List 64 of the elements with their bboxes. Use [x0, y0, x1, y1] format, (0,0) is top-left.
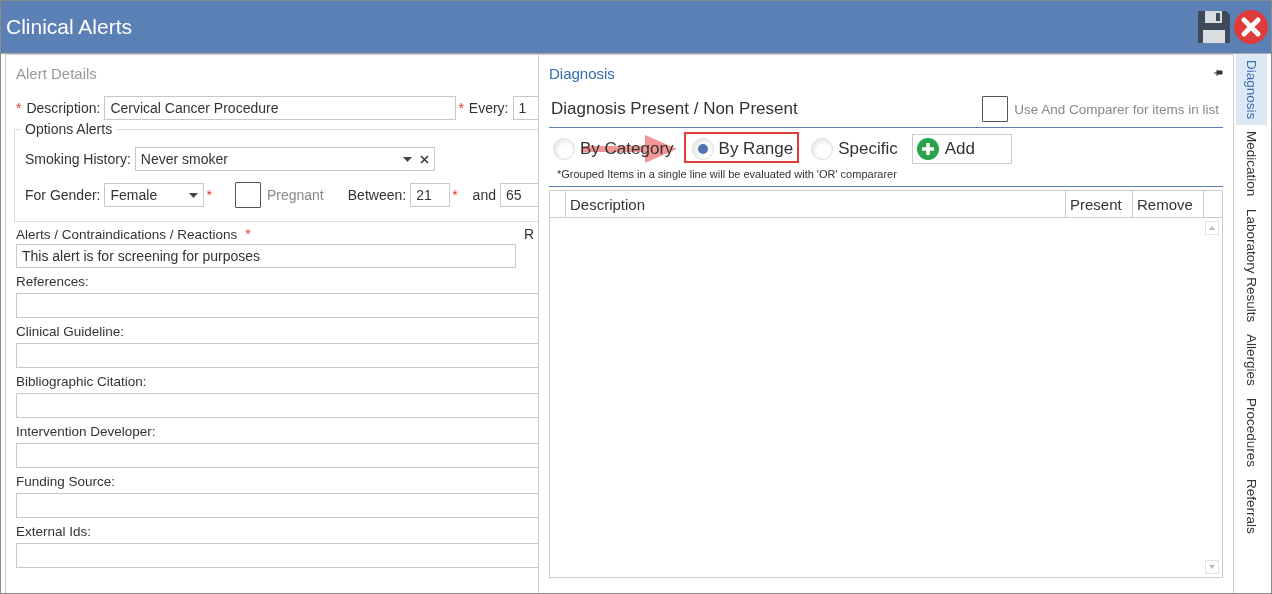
radio-option[interactable]: By Category	[549, 136, 678, 162]
age-from-field[interactable]: 21	[410, 183, 451, 207]
scroll-down-icon[interactable]	[1205, 560, 1219, 574]
field-label: Intervention Developer:	[16, 424, 157, 441]
description-field[interactable]: Cervical Cancer Procedure	[104, 96, 457, 120]
field-label: Description:	[26, 100, 101, 116]
text-field[interactable]	[16, 343, 538, 368]
column-label: R	[524, 226, 535, 242]
field-label: Funding Source:	[16, 474, 117, 491]
window-title: Clinical Alerts	[6, 15, 133, 39]
column-header: Description	[566, 191, 1066, 217]
radio-option[interactable]: By Range	[687, 136, 798, 162]
reactions-field[interactable]: This alert is for screening for purposes	[16, 244, 516, 268]
add-button[interactable]: Add	[911, 134, 1012, 164]
text-field[interactable]	[16, 493, 538, 518]
field-label: External Ids:	[16, 524, 93, 541]
field-label: Every:	[468, 100, 509, 116]
field-label: For Gender:	[25, 187, 101, 203]
field-label: Smoking History:	[25, 151, 131, 167]
scroll-up-icon[interactable]	[1205, 221, 1219, 235]
field-label: Alerts / Contraindications / Reactions	[16, 226, 238, 242]
checkbox-label: Use And Comparer for items in list	[1014, 101, 1219, 117]
plus-icon	[916, 138, 939, 160]
caret-icon	[402, 156, 412, 162]
side-tab[interactable]: Medication	[1235, 125, 1267, 203]
field-label: References:	[16, 274, 90, 291]
close-icon[interactable]	[1233, 9, 1269, 45]
every-field[interactable]: 1	[512, 96, 538, 120]
side-tab[interactable]: Allergies	[1235, 327, 1267, 392]
save-icon[interactable]	[1196, 9, 1232, 45]
text-field[interactable]	[16, 443, 538, 468]
gender-dropdown[interactable]: Female	[104, 183, 205, 207]
field-label: Clinical Guideline:	[16, 324, 126, 341]
required-mark: *	[16, 100, 22, 116]
column-header: Present	[1066, 191, 1133, 217]
section-title: Alert Details	[16, 65, 98, 84]
section-heading: Diagnosis Present / Non Present	[551, 99, 798, 119]
note-text: *Grouped Items in a single line will be evaluated with 'OR' compararer	[557, 168, 898, 182]
field-label: and	[472, 187, 496, 203]
side-tab[interactable]: Referrals	[1235, 472, 1267, 540]
field-label: Between:	[347, 187, 407, 203]
required-mark: *	[206, 187, 212, 203]
pregnant-checkbox[interactable]	[234, 182, 261, 208]
use-and-checkbox[interactable]	[982, 96, 1009, 122]
group-title: Options Alerts	[21, 121, 117, 137]
text-field[interactable]	[16, 393, 538, 418]
field-label: Bibliographic Citation:	[16, 374, 148, 391]
column-header: Remove	[1133, 191, 1204, 217]
radio-option[interactable]: Specific	[807, 136, 902, 162]
age-to-field[interactable]: 65	[499, 183, 538, 207]
side-tab[interactable]: Diagnosis	[1235, 54, 1267, 126]
side-tab[interactable]: Procedures	[1235, 391, 1267, 473]
caret-icon	[189, 192, 199, 198]
side-tab[interactable]: Laboratory Results	[1235, 202, 1267, 328]
pin-icon[interactable]	[1214, 69, 1223, 77]
clear-icon[interactable]	[419, 154, 429, 164]
panel-title: Diagnosis	[549, 64, 615, 82]
checkbox-label: Pregnant	[266, 187, 324, 203]
smoking-history-dropdown[interactable]: Never smoker	[134, 147, 435, 171]
required-mark: *	[458, 100, 464, 116]
text-field[interactable]	[16, 293, 538, 318]
text-field[interactable]	[16, 543, 538, 568]
required-mark: *	[452, 187, 458, 203]
required-mark: *	[245, 226, 251, 242]
